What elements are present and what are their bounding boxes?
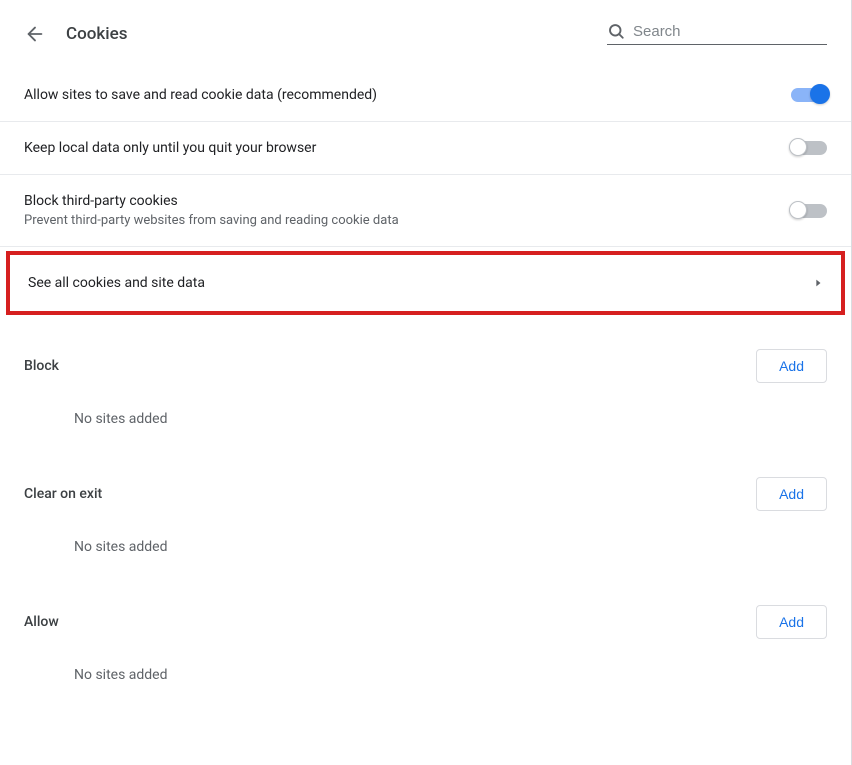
clear-on-exit-section: Clear on exit Add No sites added	[0, 447, 851, 575]
allow-cookies-toggle[interactable]	[791, 88, 827, 102]
clear-on-exit-add-button[interactable]: Add	[756, 477, 827, 511]
allow-section-title: Allow	[24, 614, 59, 630]
block-third-party-sublabel: Prevent third-party websites from saving…	[24, 213, 399, 228]
allow-section: Allow Add No sites added	[0, 575, 851, 703]
block-empty-text: No sites added	[24, 391, 827, 447]
clear-on-exit-title: Clear on exit	[24, 486, 102, 502]
page-header: Cookies	[0, 10, 851, 69]
block-section: Block Add No sites added	[0, 319, 851, 447]
allow-add-button[interactable]: Add	[756, 605, 827, 639]
block-third-party-row: Block third-party cookies Prevent third-…	[0, 175, 851, 247]
chevron-right-icon	[813, 278, 823, 288]
back-arrow-icon[interactable]	[24, 23, 46, 45]
page-title: Cookies	[66, 24, 587, 44]
keep-local-toggle[interactable]	[791, 141, 827, 155]
keep-local-label: Keep local data only until you quit your…	[24, 140, 316, 156]
allow-empty-text: No sites added	[24, 647, 827, 703]
see-all-cookies-row[interactable]: See all cookies and site data	[6, 251, 845, 315]
search-input[interactable]	[633, 23, 827, 40]
allow-cookies-label: Allow sites to save and read cookie data…	[24, 87, 377, 103]
block-third-party-label: Block third-party cookies	[24, 193, 399, 209]
search-box[interactable]	[607, 22, 827, 45]
see-all-cookies-label: See all cookies and site data	[28, 275, 205, 291]
allow-cookies-row: Allow sites to save and read cookie data…	[0, 69, 851, 122]
clear-on-exit-empty-text: No sites added	[24, 519, 827, 575]
block-section-title: Block	[24, 358, 59, 374]
block-third-party-toggle[interactable]	[791, 204, 827, 218]
search-icon	[607, 22, 625, 40]
block-add-button[interactable]: Add	[756, 349, 827, 383]
keep-local-row: Keep local data only until you quit your…	[0, 122, 851, 175]
